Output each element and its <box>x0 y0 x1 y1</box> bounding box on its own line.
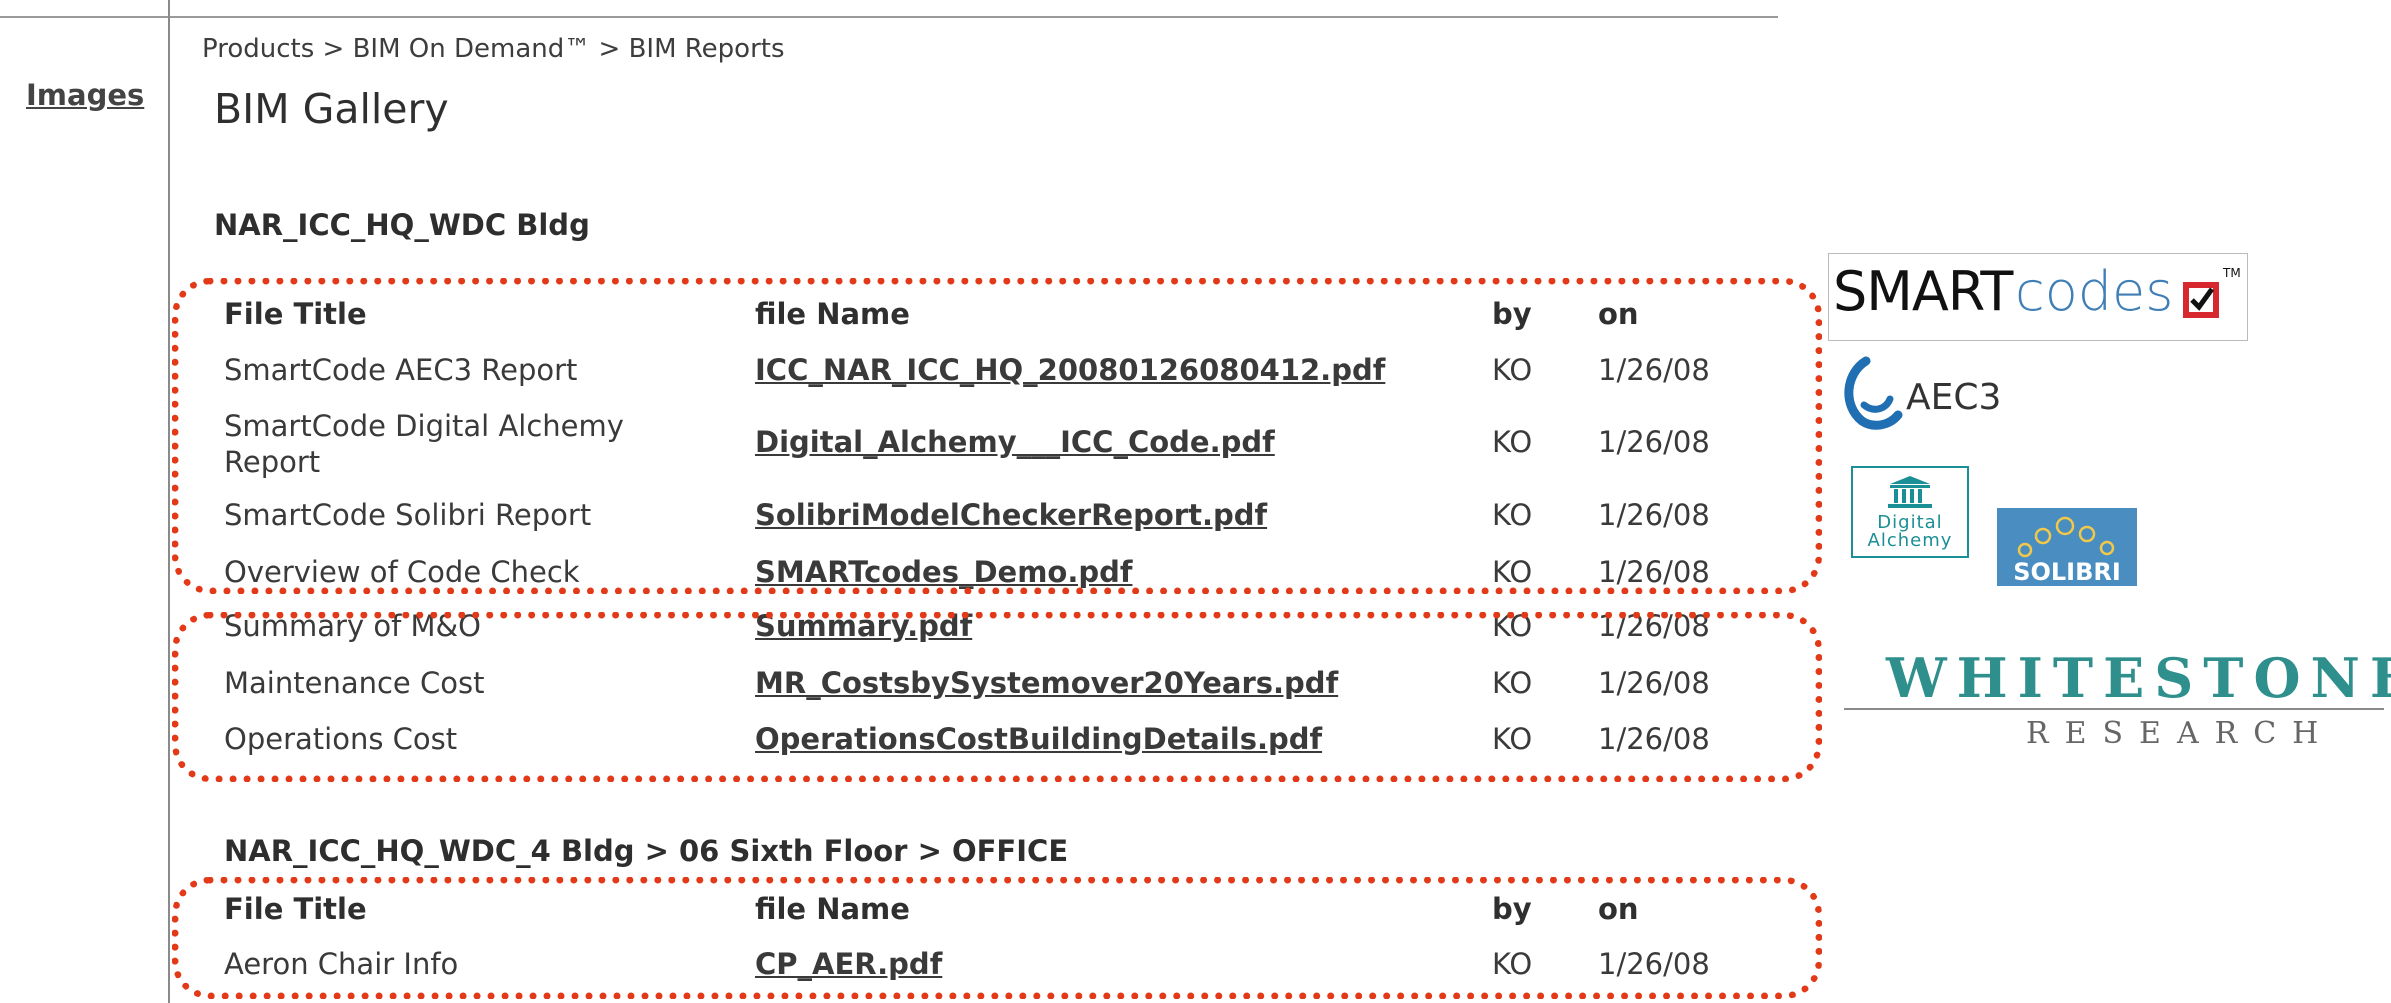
smartcodes-logo: SMART codes TM <box>1828 253 2248 341</box>
left-divider <box>168 0 170 1003</box>
top-divider <box>0 16 1778 18</box>
whitestone-logo-text: WHITESTONE <box>1886 646 2391 710</box>
checkbox-icon <box>2183 282 2219 318</box>
whitestone-logo-subtext: RESEARCH <box>2026 716 2335 751</box>
section-title-bldg: NAR_ICC_HQ_WDC Bldg <box>214 208 590 242</box>
digital-alchemy-logo: Digital Alchemy <box>1851 466 1969 558</box>
aec3-logo: AEC3 <box>1840 355 2040 435</box>
temple-icon <box>1888 476 1932 508</box>
aec3-swirl-icon <box>1844 356 1903 430</box>
section-title-floor: NAR_ICC_HQ_WDC_4 Bldg > 06 Sixth Floor >… <box>224 834 1069 868</box>
solibri-logo-text: SOLIBRI <box>2013 558 2121 586</box>
solibri-circles-icon <box>2017 516 2115 558</box>
smartcodes-logo-bold: SMART <box>1833 260 2013 323</box>
annotation-box-code-check <box>172 278 1822 594</box>
page-title: BIM Gallery <box>214 85 449 133</box>
digital-alchemy-line2: Alchemy <box>1867 530 1953 551</box>
digital-alchemy-text: Digital Alchemy <box>1853 514 1967 550</box>
images-link[interactable]: Images <box>26 78 144 112</box>
whitestone-logo-rule <box>1844 708 2384 710</box>
solibri-logo: SOLIBRI <box>1997 508 2137 586</box>
aec3-logo-text: AEC3 <box>1906 377 2002 418</box>
annotation-box-office <box>172 877 1822 999</box>
annotation-box-cost <box>172 612 1822 782</box>
trademark-mark: TM <box>2223 266 2241 280</box>
smartcodes-logo-light: codes <box>2015 260 2174 323</box>
breadcrumb: Products > BIM On Demand™ > BIM Reports <box>202 34 785 64</box>
whitestone-logo: WHITESTONE RESEARCH <box>1844 646 2391 756</box>
